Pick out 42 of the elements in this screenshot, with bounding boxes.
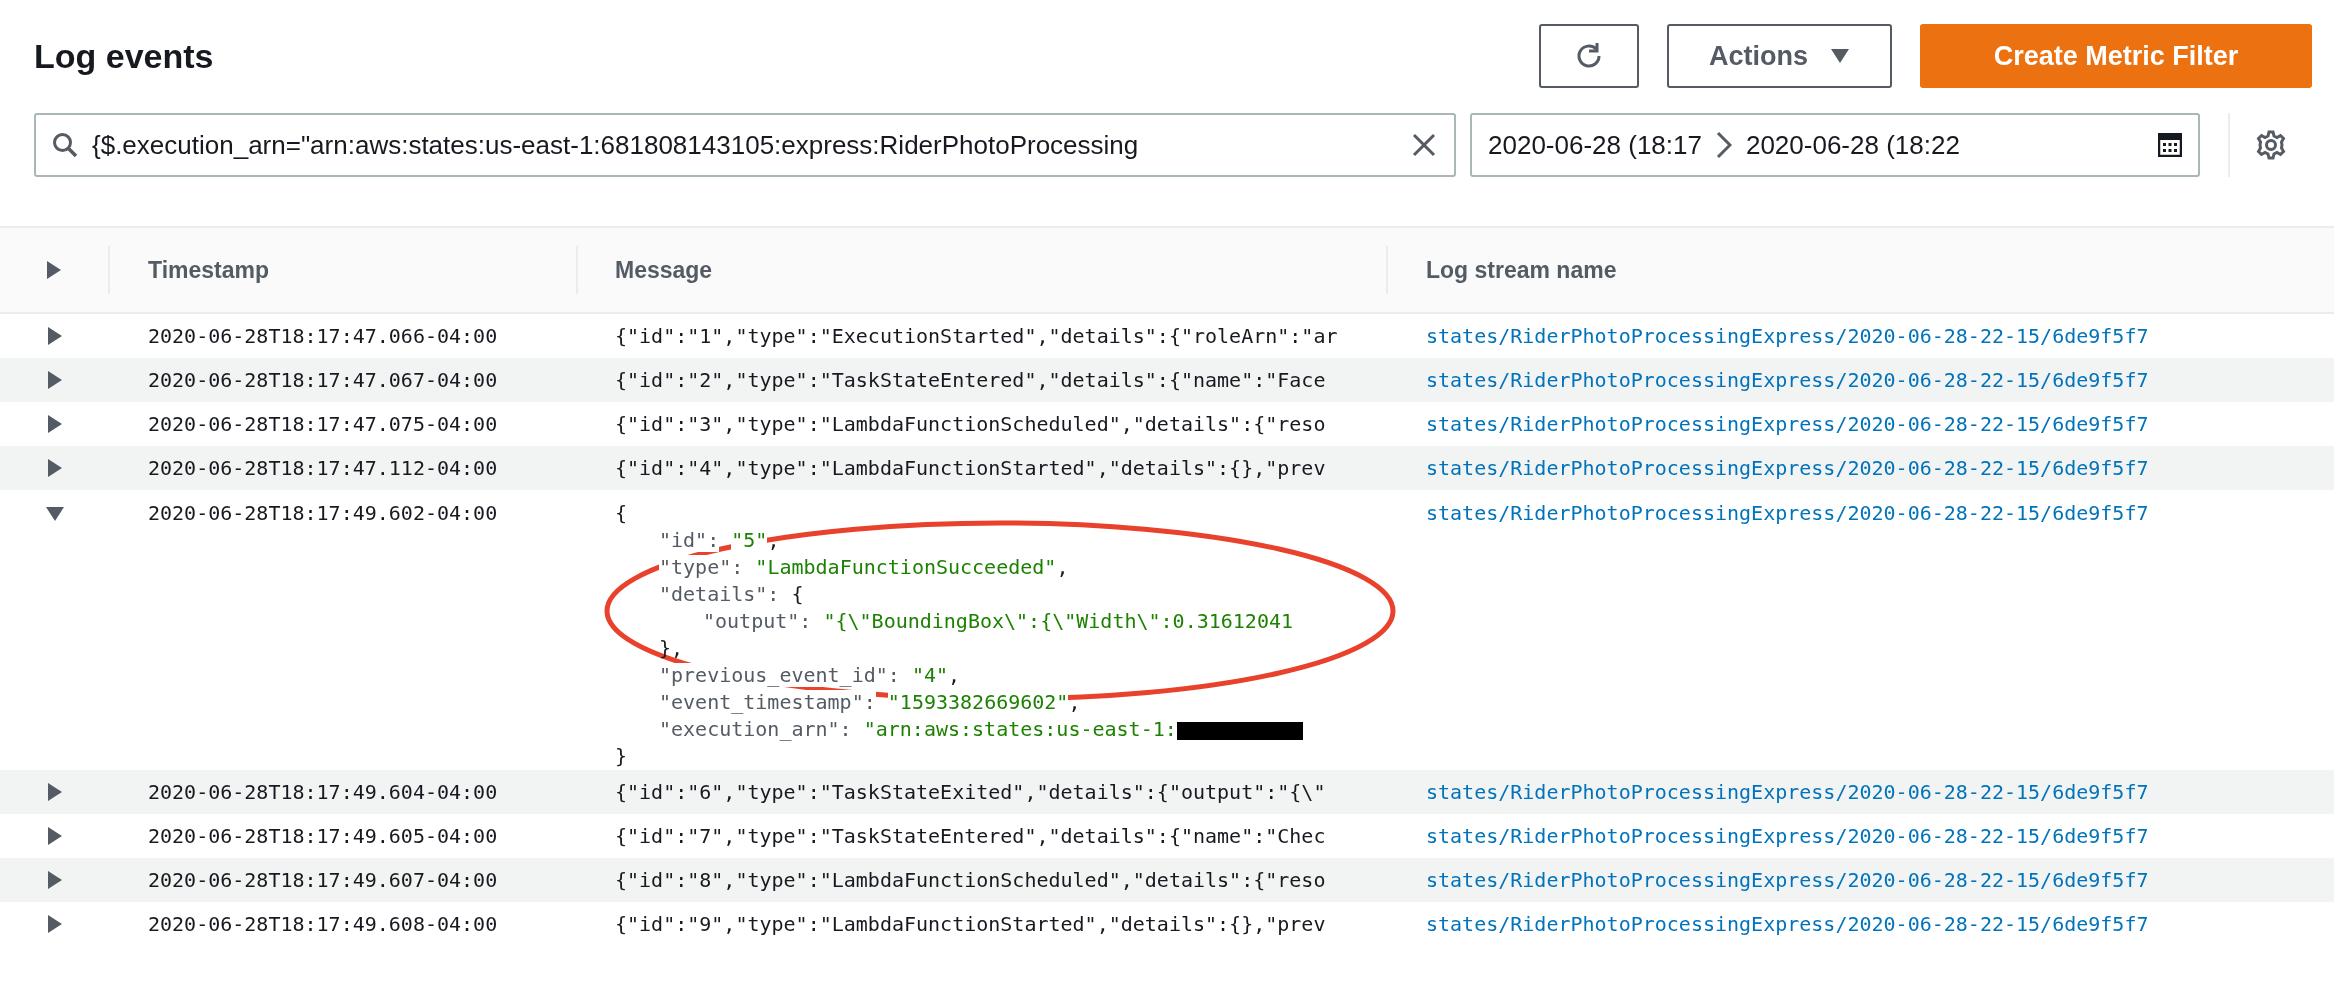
- timestamp-cell-text: 2020-06-28T18:17:49.607-04:00: [147, 868, 499, 892]
- message-cell: {"id":"2","type":"TaskStateEntered","details":{"name":"Face: [615, 368, 1326, 392]
- json-line: },: [659, 635, 685, 662]
- message-cell: {"id":"6","type":"TaskStateExited","details":{"output":"{\": [615, 780, 1326, 804]
- timestamp-cell-text: 2020-06-28T18:17:47.067-04:00: [147, 368, 499, 392]
- log-stream-link[interactable]: states/RiderPhotoProcessingExpress/2020-06-28-22-15/6de9f5f7: [1426, 912, 2149, 936]
- json-line: }: [615, 743, 629, 770]
- column-header[interactable]: Log stream name: [1426, 256, 1617, 283]
- log-stream-link[interactable]: states/RiderPhotoProcessingExpress/2020-06-28-22-15/6de9f5f7: [1426, 868, 2149, 892]
- log-stream-link[interactable]: states/RiderPhotoProcessingExpress/2020-06-28-22-15/6de9f5f7: [1426, 412, 2149, 436]
- timestamp-cell-text: 2020-06-28T18:17:49.608-04:00: [147, 912, 499, 936]
- timestamp-cell-text: 2020-06-28T18:17:47.075-04:00: [147, 412, 499, 436]
- log-stream-link[interactable]: states/RiderPhotoProcessingExpress/2020-06-28-22-15/6de9f5f7: [1426, 324, 2149, 348]
- json-line: {: [615, 500, 629, 527]
- log-stream-link[interactable]: states/RiderPhotoProcessingExpress/2020-06-28-22-15/6de9f5f7: [1426, 368, 2149, 392]
- column-header[interactable]: Message: [615, 256, 713, 284]
- column-header[interactable]: Timestamp: [148, 256, 269, 284]
- date-range-field[interactable]: 2020-06-28 (18:17 2020-06-28 (18:22: [1470, 113, 2200, 177]
- message-cell: {"id":"4","type":"LambdaFunctionStarted","details":{},"prev: [615, 456, 1326, 480]
- log-stream-link[interactable]: states/RiderPhotoProcessingExpress/2020-06-28-22-15/6de9f5f7: [1426, 780, 2149, 804]
- timestamp-cell-text: 2020-06-28T18:17:49.604-04:00: [147, 780, 499, 804]
- message-cell: {"id":"8","type":"LambdaFunctionScheduled","details":{"reso: [615, 868, 1326, 892]
- timestamp-cell-text: 2020-06-28T18:17:49.605-04:00: [147, 824, 499, 848]
- message-cell: {"id":"1","type":"ExecutionStarted","details":{"roleArn":"ar: [615, 324, 1338, 348]
- log-stream-link[interactable]: states/RiderPhotoProcessingExpress/2020-06-28-22-15/6de9f5f7: [1426, 456, 2149, 480]
- timestamp-cell-text: 2020-06-28T18:17:47.112-04:00: [147, 456, 499, 480]
- end-date-text: 2020-06-28 (18:22: [1745, 129, 1961, 161]
- search-field[interactable]: {$.execution_arn="arn:aws:states:us-east-1:681808143105:express:RiderPhotoProcessing: [34, 113, 1456, 177]
- timestamp-cell-text: 2020-06-28T18:17:47.066-04:00: [147, 324, 499, 348]
- message-cell: {"id":"9","type":"LambdaFunctionStarted","details":{},"prev: [615, 912, 1326, 936]
- log-stream-link[interactable]: states/RiderPhotoProcessingExpress/2020-06-28-22-15/6de9f5f7: [1426, 501, 2149, 525]
- actions-button[interactable]: Actions: [1667, 24, 1892, 88]
- timestamp-cell-text: 2020-06-28T18:17:49.602-04:00: [147, 500, 499, 527]
- create-metric-filter-button[interactable]: Create Metric Filter: [1920, 24, 2312, 88]
- json-line: "execution_arn": "arn:aws:states:us-east-1:: [659, 716, 1388, 743]
- message-cell: {"id":"7","type":"TaskStateEntered","details":{"name":"Chec: [615, 824, 1326, 848]
- json-line: "id": "5",: [659, 527, 781, 554]
- json-line: "event_timestamp": "1593382669602",: [659, 689, 1082, 716]
- message-cell: {"id":"3","type":"LambdaFunctionScheduled","details":{"reso: [615, 412, 1326, 436]
- log-stream-link[interactable]: states/RiderPhotoProcessingExpress/2020-06-28-22-15/6de9f5f7: [1426, 824, 2149, 848]
- page-title: Log events: [34, 36, 215, 76]
- start-date-text: 2020-06-28 (18:17: [1488, 129, 1702, 161]
